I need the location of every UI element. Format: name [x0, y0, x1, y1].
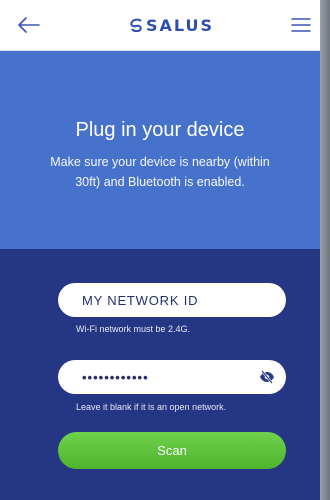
hero-section: Plug in your device Make sure your devic…: [0, 51, 320, 249]
salus-swirl-icon: [130, 18, 142, 32]
password-hint: Leave it blank if it is an open network.: [76, 402, 227, 412]
arrow-left-icon: [18, 17, 40, 33]
page-subtitle: Make sure your device is nearby (within …: [50, 155, 270, 189]
scan-button[interactable]: Scan: [58, 432, 286, 469]
network-id-hint: Wi-Fi network must be 2.4G.: [76, 324, 191, 334]
salus-logo: SALUS: [130, 15, 214, 35]
top-bar: SALUS: [0, 0, 320, 51]
device-frame-edge: [320, 0, 330, 500]
eye-slash-icon: [260, 370, 274, 384]
network-id-input[interactable]: [58, 283, 262, 317]
back-button[interactable]: [14, 12, 44, 38]
network-id-field[interactable]: [58, 283, 286, 317]
password-visibility-toggle[interactable]: [258, 368, 276, 386]
hamburger-menu-icon: [291, 18, 311, 32]
app-screen: SALUS Plug in your device Make sure your…: [0, 0, 330, 500]
password-field[interactable]: [58, 360, 286, 394]
password-input[interactable]: [58, 360, 262, 394]
logo-text: SALUS: [146, 15, 215, 35]
menu-button[interactable]: [288, 13, 314, 37]
page-title: Plug in your device: [75, 119, 245, 141]
